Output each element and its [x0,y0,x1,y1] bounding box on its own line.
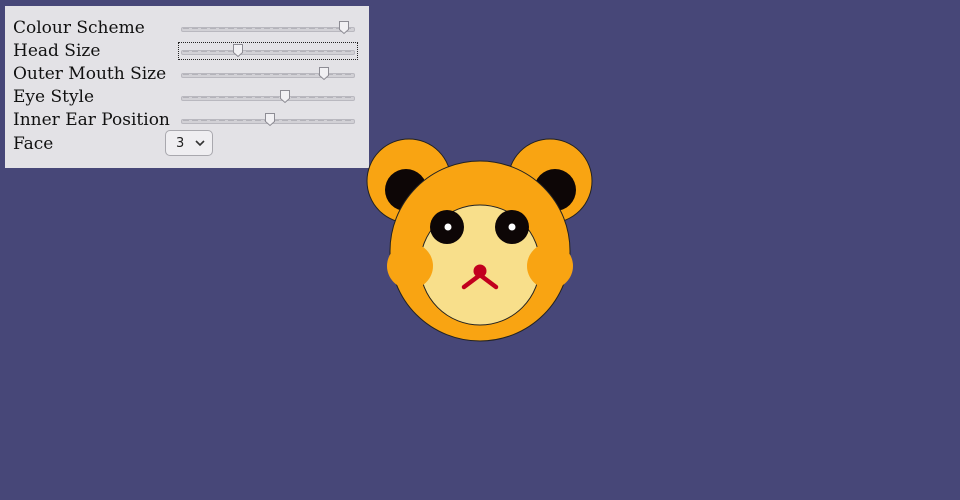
outer-mouth-size-label: Outer Mouth Size [13,64,167,84]
left-cheek [387,243,433,289]
left-eye-highlight [444,223,452,231]
inner-ear-position-row: Inner Ear Position [13,109,363,131]
slider-ticks [183,28,353,29]
colour-scheme-slider[interactable] [179,20,357,36]
controls-panel: Colour Scheme Head Size Outer Mouth Size… [5,6,369,168]
face-select[interactable]: 3 [165,130,213,156]
eye-style-slider[interactable] [179,89,357,105]
head-size-slider[interactable] [178,42,358,60]
eye-style-row: Eye Style [13,86,363,108]
chevron-down-icon [195,137,205,153]
slider-thumb[interactable] [338,20,350,35]
face-label: Face [13,134,54,154]
slider-thumb[interactable] [232,43,244,58]
inner-ear-position-label: Inner Ear Position [13,110,170,130]
eye-style-label: Eye Style [13,87,95,107]
head-size-label: Head Size [13,41,101,61]
face-select-value: 3 [176,136,185,151]
slider-ticks [183,97,353,98]
head-size-row: Head Size [13,40,363,62]
outer-mouth-size-row: Outer Mouth Size [13,63,363,85]
colour-scheme-label: Colour Scheme [13,18,145,38]
colour-scheme-row: Colour Scheme [13,17,363,39]
slider-thumb[interactable] [318,66,330,81]
nose [473,264,487,278]
right-eye-highlight [508,223,516,231]
right-cheek [527,243,573,289]
bear-face-illustration [366,138,593,342]
inner-ear-position-slider[interactable] [179,112,357,128]
slider-ticks [183,51,353,52]
slider-thumb[interactable] [279,89,291,104]
slider-thumb[interactable] [264,112,276,127]
outer-mouth-size-slider[interactable] [179,66,357,82]
